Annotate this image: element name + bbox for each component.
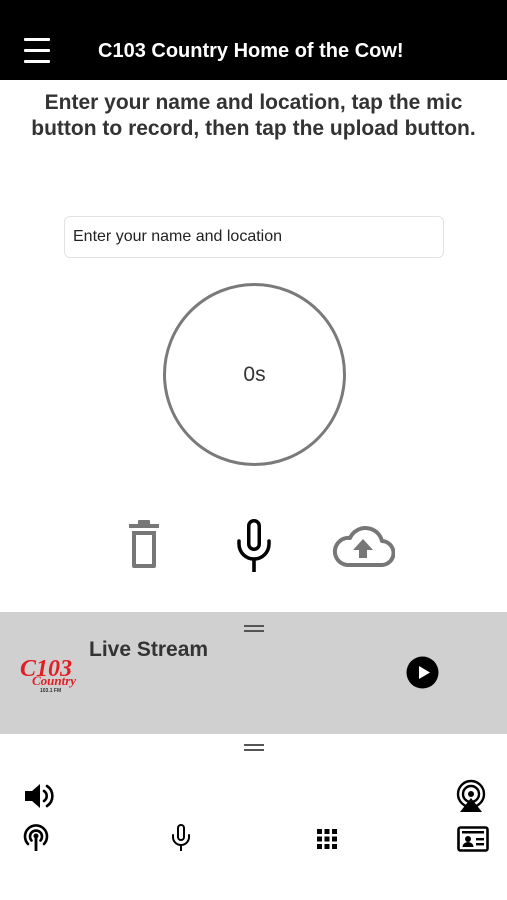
volume-icon xyxy=(25,784,54,808)
podcast-button[interactable] xyxy=(20,822,52,854)
drag-handle-icon[interactable] xyxy=(244,625,264,633)
grid-icon xyxy=(317,829,337,849)
bottom-drag-handle-icon[interactable] xyxy=(244,744,264,752)
airplay-button[interactable] xyxy=(453,778,489,814)
station-logo: C103 Country 103.1 FM xyxy=(20,656,76,694)
live-stream-player: C103 Country 103.1 FM Live Stream xyxy=(0,612,507,734)
play-icon[interactable] xyxy=(406,656,439,689)
recording-timer: 0s xyxy=(163,283,346,466)
name-location-input[interactable] xyxy=(64,216,444,258)
bottom-record-button[interactable] xyxy=(168,822,194,854)
page-title: C103 Country Home of the Cow! xyxy=(98,40,404,62)
microphone-icon xyxy=(237,519,271,572)
cloud-upload-icon xyxy=(333,526,395,567)
contact-card-icon xyxy=(457,826,489,852)
stream-title: Live Stream xyxy=(89,638,209,661)
svg-text:Country: Country xyxy=(32,673,76,688)
svg-text:103.1 FM: 103.1 FM xyxy=(40,688,61,694)
contact-button[interactable] xyxy=(455,824,491,854)
delete-recording-button[interactable] xyxy=(121,520,167,570)
timer-label: 0s xyxy=(243,362,266,386)
volume-button[interactable] xyxy=(22,780,56,812)
upload-button[interactable] xyxy=(330,524,396,568)
microphone-icon xyxy=(172,824,190,851)
app-header: C103 Country Home of the Cow! xyxy=(0,0,507,80)
trash-icon xyxy=(129,520,159,568)
grid-menu-button[interactable] xyxy=(314,826,340,852)
hamburger-menu-icon[interactable] xyxy=(24,38,52,66)
record-button[interactable] xyxy=(232,518,276,574)
podcast-icon xyxy=(23,824,49,851)
instructions-text: Enter your name and location, tap the mi… xyxy=(31,91,476,140)
airplay-icon xyxy=(456,779,486,812)
